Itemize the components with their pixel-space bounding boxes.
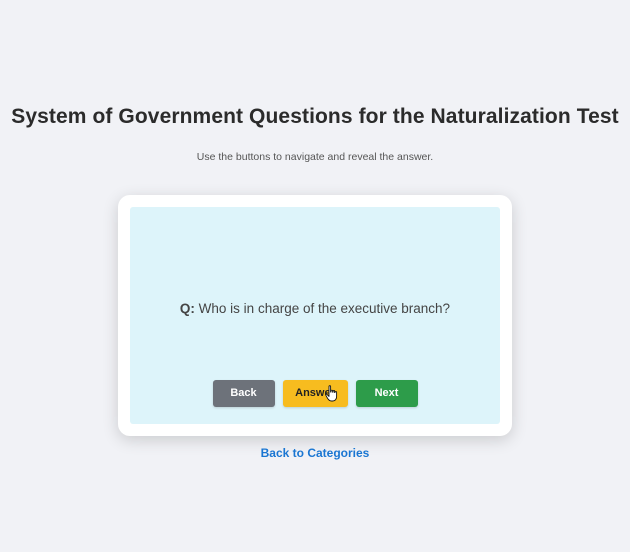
hand-pointer-icon: [324, 385, 337, 402]
question-text: Who is in charge of the executive branch…: [194, 301, 451, 316]
flashcard: Q: Who is in charge of the executive bra…: [118, 195, 512, 436]
page-title: System of Government Questions for the N…: [11, 105, 619, 128]
next-button[interactable]: Next: [355, 380, 418, 407]
button-row: Back Answer Next: [130, 380, 500, 407]
answer-button[interactable]: Answer: [282, 380, 348, 407]
page-subtitle: Use the buttons to navigate and reveal t…: [196, 151, 434, 163]
back-button[interactable]: Back: [212, 380, 275, 407]
back-to-categories-link[interactable]: Back to Categories: [0, 446, 630, 460]
question: Q: Who is in charge of the executive bra…: [130, 301, 500, 316]
question-prefix: Q:: [179, 301, 195, 316]
flashcard-body: Q: Who is in charge of the executive bra…: [130, 207, 500, 424]
